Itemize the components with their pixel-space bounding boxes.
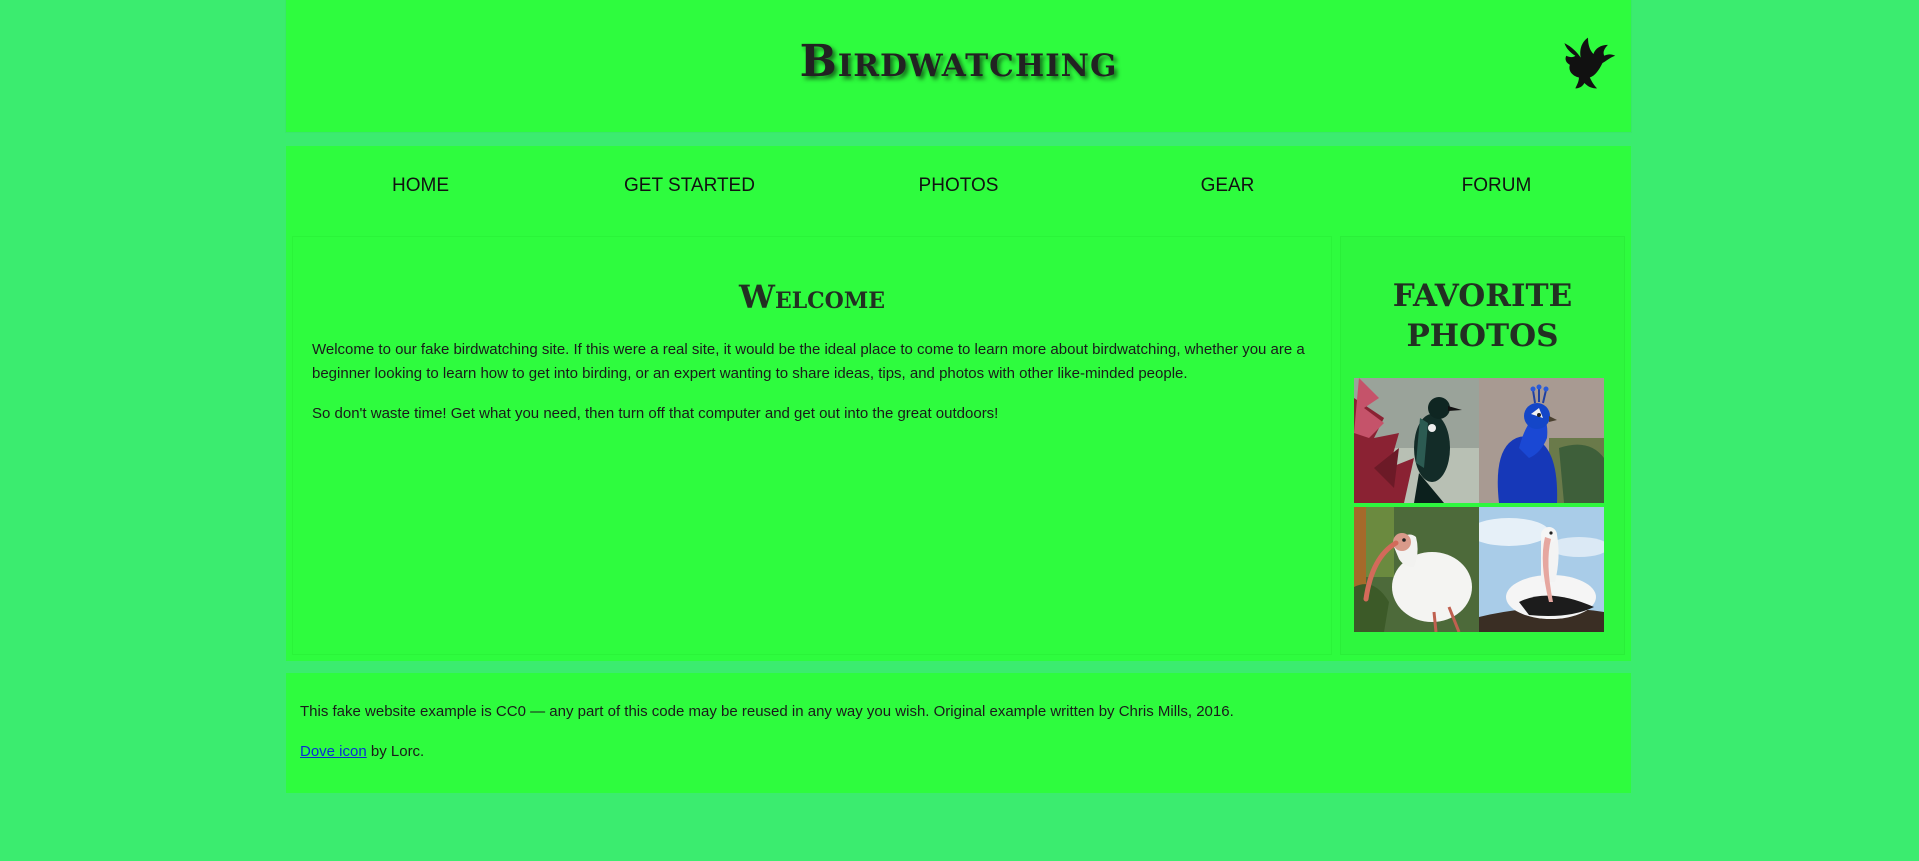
dove-icon-link[interactable]: Dove icon <box>300 743 367 760</box>
credit-suffix: by Lorc. <box>366 743 425 760</box>
nav-forum[interactable]: FORUM <box>1362 166 1631 206</box>
welcome-article: Welcome Welcome to our fake birdwatching… <box>292 236 1332 655</box>
photo-gallery <box>1354 378 1604 632</box>
sidebar-heading-line2: photos <box>1406 318 1559 354</box>
nav-home[interactable]: HOME <box>286 166 555 206</box>
article-heading: Welcome <box>739 278 885 316</box>
sidebar-heading: Favorite photos <box>1340 276 1625 356</box>
favorite-photos-sidebar: Favorite photos <box>1340 236 1625 655</box>
nav-get-started[interactable]: GET STARTED <box>555 166 824 206</box>
nav-photos[interactable]: PHOTOS <box>824 166 1093 206</box>
ibis-photo[interactable] <box>1354 507 1479 632</box>
main-nav: HOME GET STARTED PHOTOS GEAR FORUM <box>286 166 1631 206</box>
article-paragraph: So don't waste time! Get what you need, … <box>312 405 999 422</box>
dove-icon <box>1564 37 1616 89</box>
pelican-photo[interactable] <box>1479 507 1604 632</box>
site-title: Birdwatching <box>799 36 1118 87</box>
site-header: Birdwatching <box>286 0 1631 132</box>
article-paragraph: Welcome to our fake birdwatching site. I… <box>312 341 1305 382</box>
sidebar-heading-line1: Favorite <box>1392 278 1573 314</box>
license-text: This fake website example is CC0 — any p… <box>300 703 1234 720</box>
peacock-photo[interactable] <box>1479 378 1604 503</box>
main-panel: HOME GET STARTED PHOTOS GEAR FORUM Welco… <box>286 146 1631 661</box>
tui-photo[interactable] <box>1354 378 1479 503</box>
credit-line: Dove icon by Lorc. <box>300 743 424 760</box>
nav-gear[interactable]: GEAR <box>1093 166 1362 206</box>
site-footer: This fake website example is CC0 — any p… <box>286 673 1631 793</box>
